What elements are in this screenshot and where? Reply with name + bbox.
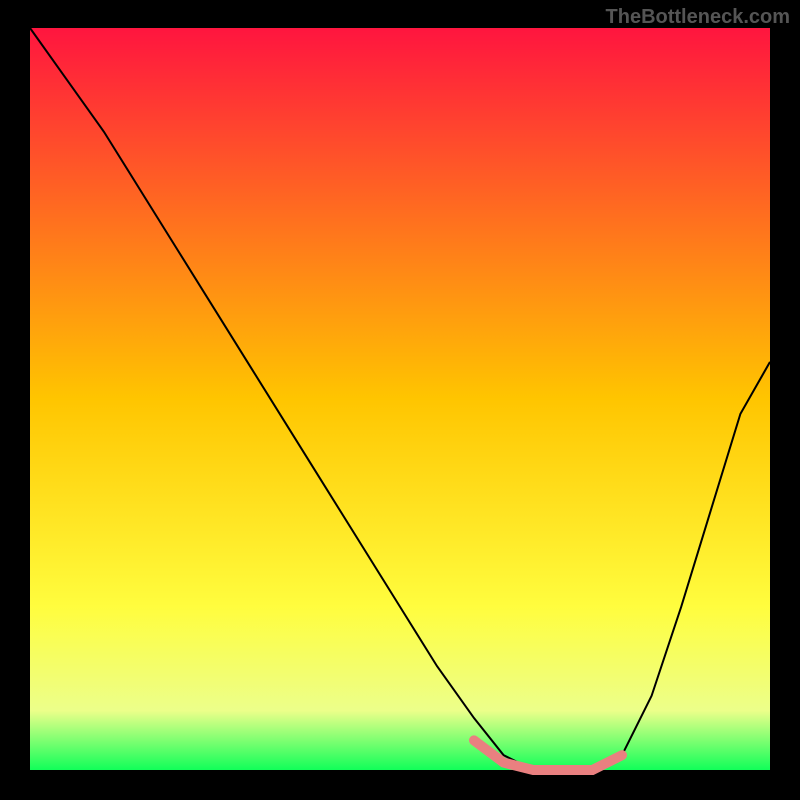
plot-background xyxy=(30,28,770,770)
chart-svg xyxy=(0,0,800,800)
chart-frame: TheBottleneck.com xyxy=(0,0,800,800)
